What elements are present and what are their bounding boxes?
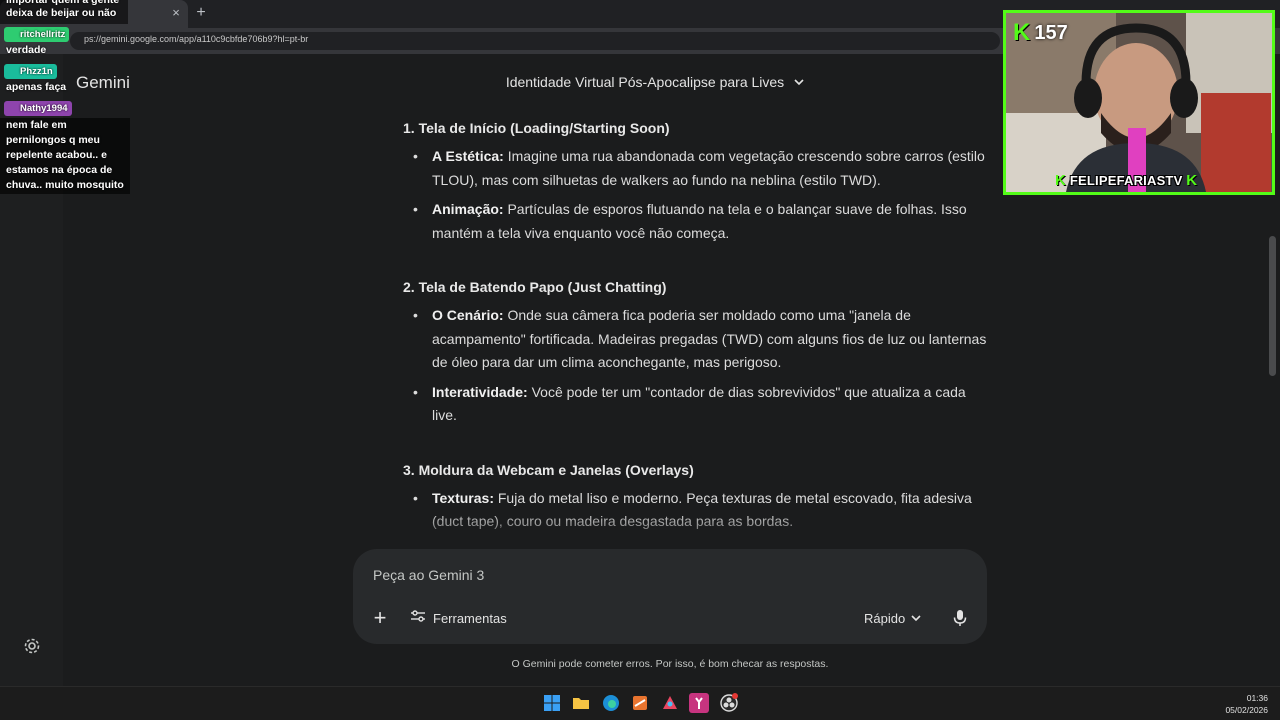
streamer-name: FELIPEFARIASTV <box>1069 173 1183 188</box>
bullet-label: Animação: <box>432 201 504 217</box>
kick-logo-icon: K <box>1013 19 1031 46</box>
bullet-label: O Cenário: <box>432 307 504 323</box>
chevron-down-icon <box>911 609 921 627</box>
model-mode-button[interactable]: Rápido <box>864 606 921 630</box>
chat-message-text: nem fale em <box>6 119 67 131</box>
viewer-counter: K 157 <box>1013 18 1068 48</box>
tools-label: Ferramentas <box>433 610 507 626</box>
bullet-label: Texturas: <box>432 489 494 506</box>
bullet-item: Interatividade: Você pode ter um "contad… <box>403 381 993 428</box>
media-icon[interactable] <box>660 693 680 713</box>
mode-label: Rápido <box>864 610 906 626</box>
app-icon[interactable] <box>630 693 650 713</box>
conversation-title-text: Identidade Virtual Pós-Apocalipse para L… <box>505 74 785 90</box>
chat-username-badge: Phzz1n <box>4 64 57 79</box>
section-heading: 2. Tela de Batendo Papo (Just Chatting) <box>403 279 667 295</box>
chat-message-text: chuva.. muito mosquito <box>6 179 124 191</box>
chat-message-text: apenas faça <box>6 81 67 93</box>
bullet-item: A Estética: Imagine uma rua abandonada c… <box>403 145 993 192</box>
tools-sliders-icon <box>410 609 426 628</box>
file-explorer-icon[interactable] <box>571 693 591 713</box>
windows-start-icon[interactable] <box>542 693 562 713</box>
section-heading: 1. Tela de Início (Loading/Starting Soon… <box>403 120 670 136</box>
bullet-text: Imagine uma rua abandonada com vegetação… <box>432 148 985 188</box>
disclaimer-text: O Gemini pode cometer erros. Por isso, é… <box>511 658 829 670</box>
url-text: ps://gemini.google.com/app/a110c9cbfde70… <box>84 34 309 44</box>
chevron-down-icon <box>794 73 804 89</box>
chat-username-badge: Nathy1994 <box>4 101 72 116</box>
microphone-icon[interactable] <box>950 608 970 628</box>
chat-message-text: repelente acabou.. e <box>6 149 107 161</box>
tab-close-icon[interactable]: × <box>168 5 184 21</box>
settings-gear-icon[interactable] <box>22 636 42 656</box>
new-tab-icon[interactable]: + <box>192 4 210 22</box>
chat-message-text: verdade <box>6 44 47 56</box>
section-heading: 3. Moldura da Webcam e Janelas (Overlays… <box>403 461 694 478</box>
tools-button[interactable]: Ferramentas <box>410 606 507 630</box>
kick-logo-icon: K <box>1186 172 1198 189</box>
taskbar-clock-date[interactable]: 05/02/2026 <box>1216 705 1268 715</box>
conversation-title[interactable]: Identidade Virtual Pós-Apocalipse para L… <box>400 74 910 90</box>
streamer-name-bar: K FELIPEFARIASTV K <box>1055 172 1197 189</box>
obs-icon[interactable] <box>719 693 739 713</box>
viewer-count: 157 <box>1034 21 1068 44</box>
chat-username-badge: ritchellritz <box>4 27 70 42</box>
gemini-logo[interactable]: Gemini <box>76 73 130 93</box>
add-attachment-icon[interactable]: + <box>370 607 390 629</box>
chat-message-text: estamos na época de <box>6 164 113 176</box>
bullet-item: Animação: Partículas de esporos flutuand… <box>403 198 993 245</box>
taskbar-clock-time[interactable]: 01:36 <box>1226 693 1268 703</box>
streaming-app-icon[interactable] <box>689 693 709 713</box>
response-content: 1. Tela de Início (Loading/Starting Soon… <box>403 112 993 542</box>
bullet-item: O Cenário: Onde sua câmera fica poderia … <box>403 304 993 375</box>
scrollbar-thumb[interactable] <box>1269 236 1276 376</box>
bullet-label: A Estética: <box>432 148 504 164</box>
chat-message-text: pernilongos q meu <box>6 134 100 146</box>
kick-logo-icon: K <box>1055 172 1067 189</box>
edge-icon[interactable] <box>601 693 621 713</box>
scroll-fade <box>400 510 1000 544</box>
bullet-text: Partículas de esporos flutuando na tela … <box>432 201 967 241</box>
chat-message-text: deixa de beijar ou não <box>6 7 117 19</box>
prompt-input[interactable]: Peça ao Gemini 3 <box>373 567 484 583</box>
bullet-label: Interatividade: <box>432 383 528 400</box>
bullet-text: Onde sua câmera fica poderia ser moldado… <box>432 307 987 370</box>
